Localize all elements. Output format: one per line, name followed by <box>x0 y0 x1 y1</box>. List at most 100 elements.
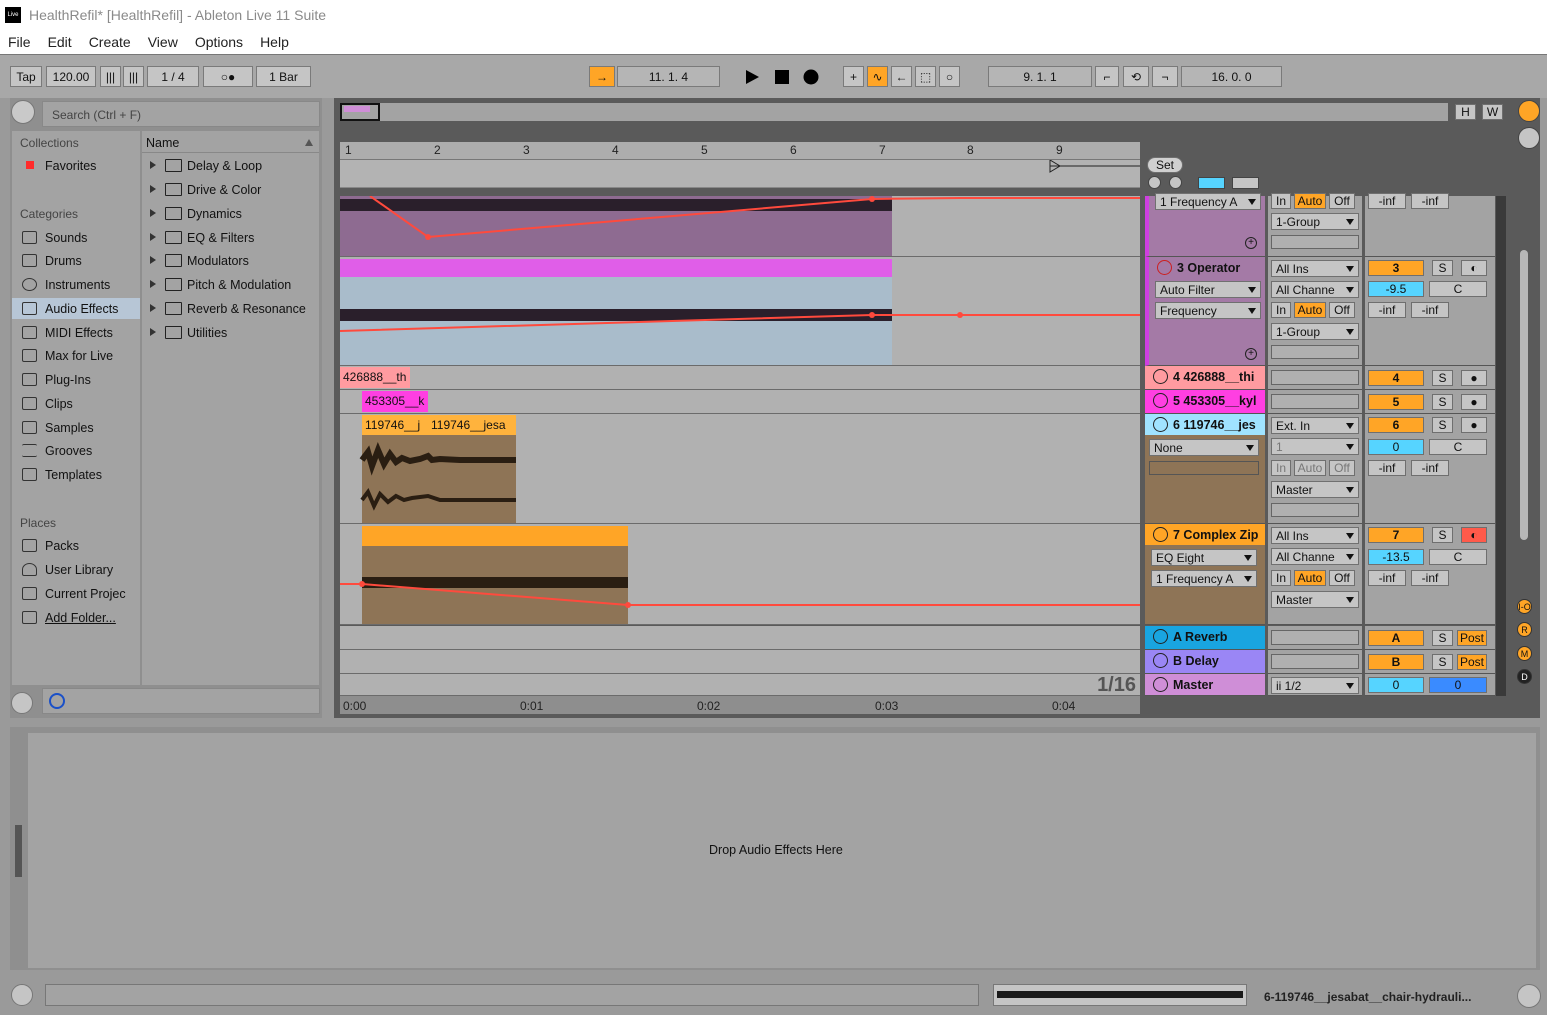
record-icon[interactable] <box>800 66 821 87</box>
peak-meter-left[interactable]: -inf <box>1368 570 1406 586</box>
fold-icon[interactable] <box>1153 417 1168 432</box>
monitor-off-button[interactable]: Off <box>1329 460 1355 476</box>
loop-brace[interactable] <box>340 160 1140 188</box>
track-activator[interactable]: 6 <box>1368 417 1424 433</box>
input-channel[interactable]: 1 <box>1271 438 1359 455</box>
track-activator[interactable]: 7 <box>1368 527 1424 543</box>
solo-button[interactable]: S <box>1432 260 1453 276</box>
tap-button[interactable]: Tap <box>10 66 42 87</box>
delay-toggle-icon[interactable]: D <box>1517 669 1532 684</box>
sidebar-item-add-folder[interactable]: Add Folder... <box>12 607 140 628</box>
menu-view[interactable]: View <box>148 34 178 50</box>
browser-search-input[interactable]: Search (Ctrl + F) <box>42 101 320 127</box>
output-routing[interactable]: 1-Group <box>1271 213 1359 230</box>
mixer-view-icon[interactable] <box>1518 127 1540 149</box>
output-routing[interactable]: Master <box>1271 481 1359 498</box>
sidebar-item-clips[interactable]: Clips <box>12 393 140 414</box>
folder-reverb-resonance[interactable]: Reverb & Resonance <box>142 298 319 319</box>
monitor-in-button[interactable]: In <box>1271 460 1291 476</box>
automation-arm-icon[interactable]: ∿ <box>867 66 888 87</box>
sidebar-item-midi-effects[interactable]: MIDI Effects <box>12 322 140 343</box>
fold-icon[interactable] <box>1153 369 1168 384</box>
peak-meter-left[interactable]: -inf <box>1368 302 1406 318</box>
sidebar-item-max-for-live[interactable]: Max for Live <box>12 345 140 366</box>
clip-453305[interactable]: 453305__k <box>362 391 428 412</box>
next-locator-icon[interactable] <box>1169 176 1182 189</box>
automation-curve[interactable] <box>340 196 1140 256</box>
track-lane-4[interactable]: 426888__th <box>340 366 1140 390</box>
pan-field[interactable]: C <box>1429 281 1487 297</box>
parameter-chooser[interactable]: 1 Frequency A <box>1151 570 1257 587</box>
io-slot[interactable] <box>1271 654 1359 669</box>
track-lane-delay[interactable] <box>340 650 1140 674</box>
io-toggle-icon[interactable]: I-O <box>1517 599 1532 614</box>
pan-field[interactable]: C <box>1429 439 1487 455</box>
track-lane-5[interactable]: 453305__k <box>340 390 1140 414</box>
show-hide-browser-icon[interactable] <box>11 984 33 1006</box>
input-channel[interactable]: All Channe <box>1271 281 1359 298</box>
input-type[interactable]: Ext. In <box>1271 417 1359 434</box>
track-header-master[interactable]: Master <box>1145 674 1265 696</box>
sidebar-item-samples[interactable]: Samples <box>12 417 140 438</box>
output-routing[interactable]: 1-Group <box>1271 323 1359 340</box>
sidebar-item-instruments[interactable]: Instruments <box>12 274 140 295</box>
sidebar-item-user-library[interactable]: User Library <box>12 559 140 580</box>
peak-meter-right[interactable]: -inf <box>1411 460 1449 476</box>
track-activator[interactable]: 5 <box>1368 394 1424 410</box>
play-icon[interactable] <box>741 66 762 87</box>
volume-field[interactable]: -13.5 <box>1368 549 1424 565</box>
detail-scroll-handle[interactable] <box>15 825 22 877</box>
monitor-in-button[interactable]: In <box>1271 193 1291 209</box>
fold-icon[interactable] <box>1153 527 1168 542</box>
sidebar-item-grooves[interactable]: Grooves <box>12 440 140 461</box>
input-type[interactable]: All Ins <box>1271 527 1359 544</box>
volume-field[interactable]: 0 <box>1368 439 1424 455</box>
solo-button[interactable]: S <box>1432 417 1453 433</box>
device-chooser[interactable]: Auto Filter <box>1155 281 1261 298</box>
loop-brace-area[interactable] <box>340 160 1140 188</box>
follow-icon[interactable]: → <box>589 66 615 87</box>
time-signature-field[interactable]: 1 / 4 <box>147 66 199 87</box>
fold-icon[interactable] <box>1153 653 1168 668</box>
folder-dynamics[interactable]: Dynamics <box>142 203 319 224</box>
arm-icon[interactable]: ● <box>1461 394 1487 410</box>
set-locator-button[interactable]: Set <box>1147 157 1183 173</box>
sidebar-item-packs[interactable]: Packs <box>12 535 140 556</box>
capture-icon[interactable]: ⬚ <box>915 66 936 87</box>
peak-meter-left[interactable]: -inf <box>1368 460 1406 476</box>
peak-meter-right[interactable]: -inf <box>1411 302 1449 318</box>
show-detail-icon[interactable] <box>1517 984 1541 1008</box>
fold-icon[interactable] <box>1153 629 1168 644</box>
time-ruler[interactable]: 0:00 0:01 0:02 0:03 0:04 <box>340 696 1140 714</box>
loop-switch-icon[interactable]: ⟲ <box>1123 66 1149 87</box>
help-circle-icon[interactable] <box>49 693 65 709</box>
folder-eq-filters[interactable]: EQ & Filters <box>142 227 319 248</box>
output-routing[interactable]: Master <box>1271 591 1359 608</box>
solo-button[interactable]: S <box>1432 630 1453 646</box>
grid-size-label[interactable]: 1/16 <box>1097 674 1136 695</box>
monitor-off-button[interactable]: Off <box>1329 193 1355 209</box>
menu-help[interactable]: Help <box>260 34 289 50</box>
folder-pitch-modulation[interactable]: Pitch & Modulation <box>142 274 319 295</box>
overdub-icon[interactable]: + <box>843 66 864 87</box>
track-name[interactable]: 3 Operator <box>1149 257 1269 278</box>
sidebar-item-sounds[interactable]: Sounds <box>12 227 140 248</box>
track-name[interactable]: 7 Complex Zip <box>1145 524 1265 545</box>
track-lane-6[interactable]: 119746__j 119746__jesa <box>340 414 1140 524</box>
track-header-complex-zip[interactable]: 7 Complex Zip EQ Eight 1 Frequency A <box>1145 524 1265 625</box>
track-lane-complex-zip[interactable] <box>340 524 1140 625</box>
menu-options[interactable]: Options <box>195 34 243 50</box>
track-activator[interactable]: 4 <box>1368 370 1424 386</box>
width-toggle-button[interactable]: W <box>1482 104 1503 120</box>
menu-file[interactable]: File <box>8 34 31 50</box>
nudge-up-icon[interactable]: ||| <box>123 66 144 87</box>
monitor-auto-button[interactable]: Auto <box>1294 460 1326 476</box>
post-button[interactable]: Post <box>1457 654 1487 670</box>
track-lane-reverb[interactable] <box>340 626 1140 650</box>
monitor-auto-button[interactable]: Auto <box>1294 193 1326 209</box>
sidebar-item-drums[interactable]: Drums <box>12 250 140 271</box>
quantize-menu[interactable]: 1 Bar <box>256 66 311 87</box>
automation-curve[interactable] <box>340 524 1140 625</box>
track-header-group[interactable]: 1 Frequency A + <box>1145 193 1265 257</box>
track-activator[interactable]: 3 <box>1368 260 1424 276</box>
